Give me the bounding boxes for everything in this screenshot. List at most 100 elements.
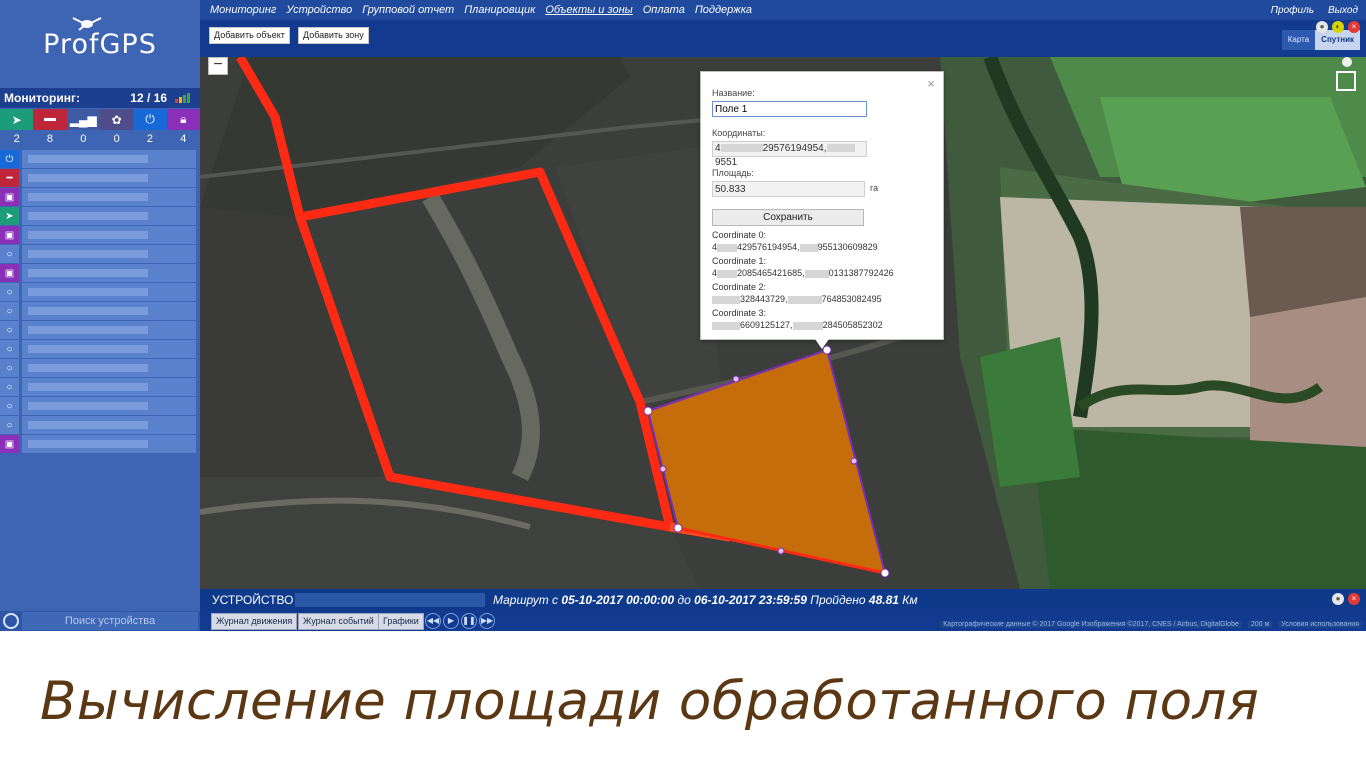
close-icon[interactable]: × bbox=[1348, 593, 1360, 605]
add-object-button[interactable]: Добавить объект bbox=[209, 27, 290, 44]
map-type-map[interactable]: Карта bbox=[1281, 30, 1316, 50]
device-search-input[interactable] bbox=[22, 612, 198, 630]
coord-text: 429576194954, bbox=[737, 242, 800, 252]
logout-link[interactable]: Выход bbox=[1328, 5, 1358, 16]
monitoring-label: Мониторинг: bbox=[4, 91, 80, 105]
lock-icon: ▣ bbox=[0, 188, 19, 206]
blurred-text bbox=[712, 295, 740, 304]
device-row[interactable]: ○ bbox=[0, 283, 200, 302]
status-offline-tab[interactable]: ⏻ bbox=[133, 109, 167, 130]
search-icon: ○ bbox=[0, 283, 19, 301]
nav-device[interactable]: Устройство bbox=[286, 4, 352, 16]
events-log-tab[interactable]: Журнал событий bbox=[298, 613, 379, 630]
route-summary: Маршрут с 05-10-2017 00:00:00 до 06-10-2… bbox=[493, 593, 918, 607]
play-icon[interactable]: ▶ bbox=[443, 613, 459, 629]
device-row[interactable]: ○ bbox=[0, 416, 200, 435]
settings-icon[interactable]: ● bbox=[1332, 593, 1344, 605]
profile-link[interactable]: Профиль bbox=[1271, 5, 1314, 16]
status-count: 2 bbox=[146, 133, 154, 145]
status-count: 0 bbox=[113, 133, 120, 145]
rewind-icon[interactable]: ◀◀ bbox=[425, 613, 441, 629]
search-icon: ○ bbox=[0, 321, 19, 339]
device-row[interactable]: ○ bbox=[0, 359, 200, 378]
blurred-text bbox=[826, 144, 855, 153]
layers-icon[interactable] bbox=[1342, 57, 1352, 67]
sidebar: ProfGPS Мониторинг: 12 / 16 ➤ ▂▄▆ ✿ ⏻ 🔒︎… bbox=[0, 0, 200, 631]
bottom-tabs: Журнал движения Журнал событий Графики ◀… bbox=[200, 611, 1366, 631]
blurred-text bbox=[720, 144, 763, 153]
device-name-blurred bbox=[22, 378, 196, 396]
device-row[interactable]: ○ bbox=[0, 245, 200, 264]
search-icon: ○ bbox=[0, 416, 19, 434]
device-row[interactable]: ○ bbox=[0, 340, 200, 359]
nav-group-report[interactable]: Групповой отчет bbox=[362, 4, 454, 16]
zone-edit-popup: × Название: Координаты: 429576194954, 955… bbox=[700, 71, 944, 349]
status-no-signal-tab[interactable]: ▂▄▆ bbox=[66, 109, 100, 130]
device-name-blurred bbox=[22, 435, 196, 453]
satellite-map[interactable]: − × Название: Координаты: 429576194954, 9… bbox=[200, 57, 1366, 589]
save-button[interactable]: Сохранить bbox=[712, 209, 864, 226]
fullscreen-icon[interactable] bbox=[1336, 71, 1356, 91]
status-stopped-tab[interactable] bbox=[33, 109, 67, 130]
coordinate-value: 4 429576194954, 955130609829 bbox=[712, 241, 878, 253]
terms-link[interactable]: Условия использования bbox=[1278, 621, 1362, 628]
settings-icon[interactable]: ● bbox=[1316, 21, 1328, 33]
map-data-credit: Картографические данные © 2017 Google Из… bbox=[940, 621, 1242, 628]
device-row[interactable]: ○ bbox=[0, 302, 200, 321]
device-row[interactable]: ⏻ bbox=[0, 150, 200, 169]
coord-text: 2085465421685, bbox=[737, 268, 805, 278]
monitoring-count: 12 / 16 bbox=[130, 91, 167, 105]
status-parking-tab[interactable]: ✿ bbox=[99, 109, 134, 130]
nav-support[interactable]: Поддержка bbox=[695, 4, 752, 16]
area-field[interactable] bbox=[712, 181, 865, 197]
lock-icon: ▣ bbox=[0, 435, 19, 453]
device-name-blurred bbox=[22, 207, 196, 225]
nav-objects-zones[interactable]: Объекты и зоны bbox=[545, 4, 632, 16]
device-row[interactable]: ➤ bbox=[0, 207, 200, 226]
device-name-blurred bbox=[22, 169, 196, 187]
zoom-out-button[interactable]: − bbox=[208, 57, 228, 75]
status-moving-tab[interactable]: ➤ bbox=[0, 109, 34, 130]
coord-text: 764853082495 bbox=[821, 294, 882, 304]
nav-planner[interactable]: Планировщик bbox=[464, 4, 535, 16]
coordinates-label: Координаты: bbox=[712, 128, 766, 138]
nav-payment[interactable]: Оплата bbox=[643, 4, 685, 16]
map-type-switch: Карта Спутник bbox=[1281, 30, 1360, 50]
add-zone-button[interactable]: Добавить зону bbox=[298, 27, 369, 44]
minimize-icon[interactable]: ◐ bbox=[1332, 21, 1344, 33]
device-row[interactable]: ▣ bbox=[0, 435, 200, 454]
arrow-icon: ➤ bbox=[0, 207, 19, 225]
device-row[interactable]: ▣ bbox=[0, 188, 200, 207]
coordinate-2: Coordinate 2: 328443729, 764853082495 bbox=[712, 281, 882, 305]
route-passed-word: Пройдено bbox=[810, 593, 866, 607]
app-root: ProfGPS Мониторинг: 12 / 16 ➤ ▂▄▆ ✿ ⏻ 🔒︎… bbox=[0, 0, 1366, 780]
arrow-icon: ➤ bbox=[11, 112, 22, 127]
status-count: 4 bbox=[180, 133, 187, 145]
device-row[interactable]: ○ bbox=[0, 378, 200, 397]
coordinates-field[interactable]: 4 29576194954,9551 bbox=[712, 141, 867, 168]
device-row[interactable]: ○ bbox=[0, 321, 200, 340]
device-row[interactable]: ○ bbox=[0, 397, 200, 416]
zone-name-input[interactable] bbox=[712, 101, 867, 117]
forward-icon[interactable]: ▶▶ bbox=[479, 613, 495, 629]
stop-icon bbox=[43, 118, 56, 121]
device-name-blurred bbox=[295, 593, 485, 607]
device-name-blurred bbox=[22, 150, 196, 168]
device-row[interactable]: ▣ bbox=[0, 264, 200, 283]
blurred-text bbox=[717, 243, 738, 252]
map-type-satellite[interactable]: Спутник bbox=[1315, 30, 1360, 50]
pause-icon[interactable]: ❚❚ bbox=[461, 613, 477, 629]
device-row[interactable]: ▣ bbox=[0, 226, 200, 245]
status-filter-tabs: ➤ ▂▄▆ ✿ ⏻ 🔒︎ bbox=[0, 109, 200, 130]
nav-monitoring[interactable]: Мониторинг bbox=[210, 4, 276, 16]
coordinate-value: 6609125127, 284505852302 bbox=[712, 319, 883, 331]
status-locked-tab[interactable]: 🔒︎ bbox=[166, 109, 200, 130]
close-icon[interactable]: × bbox=[1348, 21, 1360, 33]
close-icon[interactable]: × bbox=[927, 76, 935, 91]
device-name-blurred bbox=[22, 188, 196, 206]
movement-log-tab[interactable]: Журнал движения bbox=[211, 613, 298, 630]
status-count: 2 bbox=[13, 133, 20, 145]
coordinate-value: 4 2085465421685, 0131387792426 bbox=[712, 267, 894, 279]
device-row[interactable]: ━ bbox=[0, 169, 200, 188]
charts-tab[interactable]: Графики bbox=[378, 613, 424, 630]
